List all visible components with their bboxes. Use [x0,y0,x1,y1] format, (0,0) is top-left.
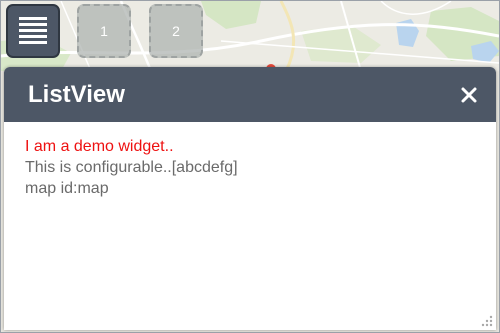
panel-header: ListView [4,67,496,122]
widget-slot-1[interactable]: 1 [77,4,131,58]
widget-slot-2-label: 2 [172,23,180,39]
widget-message: I am a demo widget.. [25,138,174,155]
widget-slot-2[interactable]: 2 [149,4,203,58]
list-icon [19,17,47,45]
map-id-text: map id:map [25,180,109,197]
list-view-button[interactable] [6,4,60,58]
widget-slot-1-label: 1 [100,23,108,39]
resize-grip[interactable] [479,313,493,327]
map-background[interactable] [1,1,499,71]
app-window: 1 2 ListView I am a demo widget.. This i… [0,0,500,333]
panel-body: I am a demo widget.. This is configurabl… [4,122,496,213]
listview-panel: ListView I am a demo widget.. This is co… [4,67,496,330]
config-text: This is configurable..[abcdefg] [25,159,238,176]
close-icon [461,87,477,102]
resize-grip-icon [481,315,493,327]
panel-title: ListView [28,80,125,108]
close-button[interactable] [458,84,480,106]
